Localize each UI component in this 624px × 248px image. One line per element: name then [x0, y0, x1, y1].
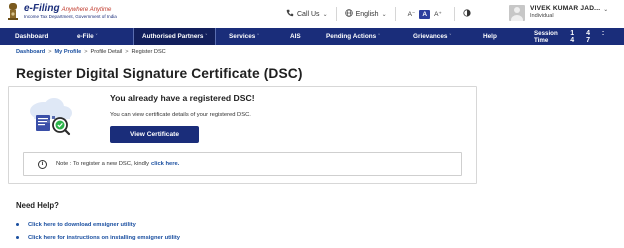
breadcrumb-separator: >	[125, 49, 129, 55]
chevron-down-icon: ˇ	[449, 33, 452, 40]
info-icon: i	[38, 159, 47, 169]
dsc-registered-heading: You already have a registered DSC!	[110, 93, 255, 103]
register-new-dsc-note: i Note : To register a new DSC, kindly c…	[23, 152, 462, 176]
chevron-down-icon: ˇ	[95, 33, 98, 40]
page-title: Register Digital Signature Certificate (…	[16, 66, 303, 81]
nav-item-services[interactable]: Services ˇ	[229, 28, 259, 45]
chevron-down-icon: ⌄	[603, 7, 609, 13]
help-link-label: Click here to download emsigner utility	[28, 221, 136, 228]
phone-icon	[286, 9, 294, 19]
session-time-value: 1 4 : 4 7	[570, 29, 610, 44]
view-certificate-button[interactable]: View Certificate	[110, 126, 199, 143]
dsc-illustration-icon	[27, 93, 85, 137]
divider	[335, 7, 337, 21]
user-name: VIVEK KUMAR JAD...	[530, 5, 601, 12]
breadcrumb-dashboard[interactable]: Dashboard	[16, 49, 45, 55]
chevron-down-icon: ˇ	[378, 33, 380, 40]
nav-label: AIS	[290, 33, 301, 40]
language-dropdown[interactable]: English ⌄	[344, 9, 387, 19]
download-emsigner-link[interactable]: Click here to download emsigner utility	[16, 218, 180, 231]
globe-icon	[344, 9, 353, 19]
note-text: Note : To register a new DSC, kindly	[56, 161, 150, 167]
emsigner-instructions-link[interactable]: Click here for instructions on installin…	[16, 231, 180, 244]
breadcrumb-my-profile[interactable]: My Profile	[55, 49, 82, 55]
divider	[394, 7, 396, 21]
bullet-icon	[16, 223, 19, 226]
call-us-label: Call Us	[297, 10, 320, 18]
efiling-logo[interactable]: e-Filing Anywhere Anytime Income Tax Depa…	[6, 2, 117, 22]
help-links: Click here to download emsigner utility …	[16, 218, 180, 244]
dsc-status-card: You already have a registered DSC! You c…	[8, 86, 477, 184]
call-us-dropdown[interactable]: Call Us ⌄	[286, 9, 328, 19]
chevron-down-icon: ⌄	[322, 11, 328, 18]
user-menu[interactable]: VIVEK KUMAR JAD... Individual ⌄	[509, 5, 608, 21]
contrast-toggle-icon[interactable]	[463, 9, 471, 19]
nav-label: Pending Actions	[326, 33, 377, 40]
nav-item-help[interactable]: Help	[483, 28, 497, 45]
nav-item-grievances[interactable]: Grievances ˇ	[413, 28, 451, 45]
divider	[453, 7, 455, 21]
breadcrumb-separator: >	[84, 49, 88, 55]
breadcrumb-register-dsc: Register DSC	[131, 49, 166, 55]
chevron-down-icon: ˇ	[205, 33, 208, 40]
nav-label: Grievances	[413, 33, 448, 40]
brand-tagline: Anywhere Anytime	[61, 7, 112, 14]
nav-label: Dashboard	[15, 33, 49, 40]
dsc-registered-description: You can view certificate details of your…	[110, 112, 251, 118]
help-heading: Need Help?	[16, 201, 59, 210]
nav-label: Help	[483, 33, 497, 40]
help-link-label: Click here for instructions on installin…	[28, 234, 181, 241]
top-header: e-Filing Anywhere Anytime Income Tax Depa…	[0, 0, 624, 28]
chevron-down-icon: ⌄	[381, 11, 387, 18]
brand-subtitle: Income Tax Department, Government of Ind…	[24, 14, 117, 20]
nav-label: Authorised Partners	[142, 33, 204, 40]
session-label: Session Time	[534, 29, 558, 44]
main-nav: Dashboard e-File ˇ Authorised Partners ˇ S…	[0, 28, 624, 45]
font-increase-button[interactable]: A⁺	[430, 10, 446, 18]
register-new-dsc-link[interactable]: click here.	[151, 161, 179, 167]
nav-item-authorised-partners[interactable]: Authorised Partners ˇ	[133, 28, 217, 45]
breadcrumb-separator: >	[48, 49, 52, 55]
session-timer: Session Time 1 4 : 4 7	[534, 28, 624, 45]
bullet-icon	[16, 236, 19, 239]
nav-label: Services	[229, 33, 256, 40]
brand-name: e-Filing	[24, 3, 60, 15]
breadcrumb-profile-detail: Profile Detail	[90, 49, 123, 55]
nav-item-ais[interactable]: AIS	[290, 28, 301, 45]
font-decrease-button[interactable]: A⁻	[404, 10, 420, 18]
breadcrumb: Dashboard > My Profile > Profile Detail > Regi…	[16, 49, 166, 55]
nav-item-dashboard[interactable]: Dashboard	[15, 28, 48, 45]
nav-item-pending-actions[interactable]: Pending Actions ˇ	[326, 28, 380, 45]
chevron-down-icon: ˇ	[257, 33, 259, 40]
avatar	[509, 5, 525, 21]
language-label: English	[355, 10, 379, 18]
user-role: Individual	[530, 12, 554, 19]
national-emblem-icon	[6, 2, 20, 22]
nav-label: e-File	[77, 33, 94, 40]
font-normal-button[interactable]: A	[419, 9, 431, 19]
nav-item-e-file[interactable]: e-File ˇ	[77, 28, 97, 45]
